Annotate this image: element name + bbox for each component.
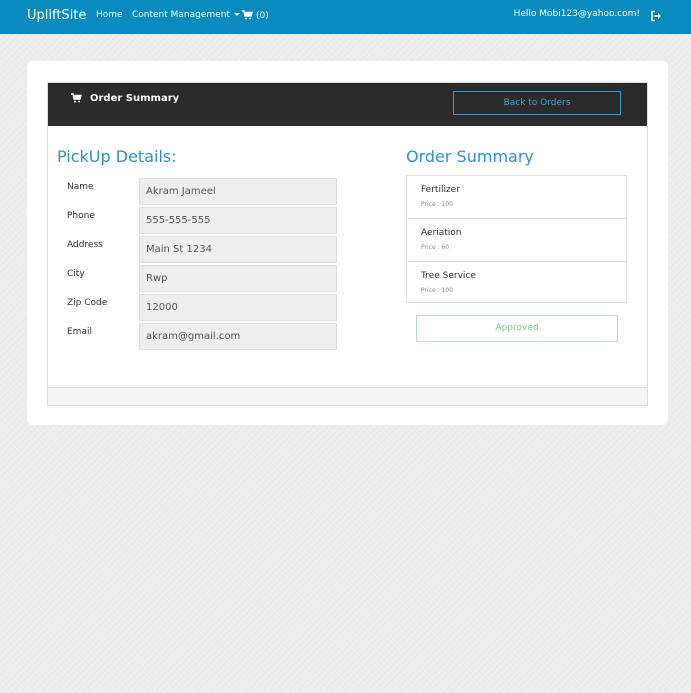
panel-title: Order Summary: [71, 93, 179, 104]
cart-count: (0): [256, 11, 269, 21]
panel-header: Order Summary Back to Orders: [48, 83, 647, 126]
email-label: Email: [67, 327, 92, 337]
content-card: Order Summary Back to Orders PickUp Deta…: [27, 61, 668, 425]
nav-content-management-label: Content Management: [132, 10, 230, 20]
item-name: Fertilizer: [421, 185, 460, 195]
brand-link[interactable]: UpliftSite: [27, 8, 86, 23]
sign-out-icon[interactable]: [650, 10, 662, 22]
item-name: Aeriation: [421, 228, 462, 238]
zip-code-label: Zip Code: [67, 298, 108, 308]
item-price: Price : 100: [421, 287, 453, 294]
city-label: City: [67, 269, 85, 279]
nav-cart-link[interactable]: (0): [242, 10, 269, 21]
item-price: Price : 60: [421, 244, 450, 251]
name-label: Name: [67, 182, 94, 192]
panel-footer: [48, 387, 647, 405]
nav-content-management-dropdown[interactable]: Content Management: [132, 10, 240, 20]
list-item: Fertilizer Price : 100: [407, 176, 626, 219]
address-field[interactable]: Main St 1234: [139, 236, 337, 263]
item-name: Tree Service: [421, 271, 476, 281]
list-item: Aeriation Price : 60: [407, 219, 626, 262]
email-field[interactable]: akram@gmail.com: [139, 323, 337, 350]
item-price: Price : 100: [421, 201, 453, 208]
caret-down-icon: [233, 13, 240, 16]
order-summary-heading: Order Summary: [406, 147, 534, 166]
order-items-list: Fertilizer Price : 100 Aeriation Price :…: [406, 175, 627, 303]
order-panel: Order Summary Back to Orders PickUp Deta…: [47, 82, 648, 406]
city-field[interactable]: Rwp: [139, 265, 337, 292]
nav-home-link[interactable]: Home: [96, 10, 123, 20]
address-label: Address: [67, 240, 103, 250]
cart-icon: [242, 10, 253, 20]
top-navbar: UpliftSite Home Content Management (0) H…: [0, 0, 691, 34]
pickup-details-heading: PickUp Details:: [57, 147, 177, 166]
panel-title-text: Order Summary: [90, 93, 180, 104]
user-greeting-link[interactable]: Hello Mobi123@yahoo.com!: [514, 9, 640, 19]
zip-code-field[interactable]: 12000: [139, 294, 337, 321]
list-item: Tree Service Price : 100: [407, 262, 626, 305]
phone-label: Phone: [67, 211, 95, 221]
name-field[interactable]: Akram Jameel: [139, 178, 337, 205]
cart-icon: [71, 93, 82, 103]
approved-status-button[interactable]: Approved: [416, 315, 618, 342]
back-to-orders-button[interactable]: Back to Orders: [453, 91, 621, 115]
phone-field[interactable]: 555-555-555: [139, 207, 337, 234]
